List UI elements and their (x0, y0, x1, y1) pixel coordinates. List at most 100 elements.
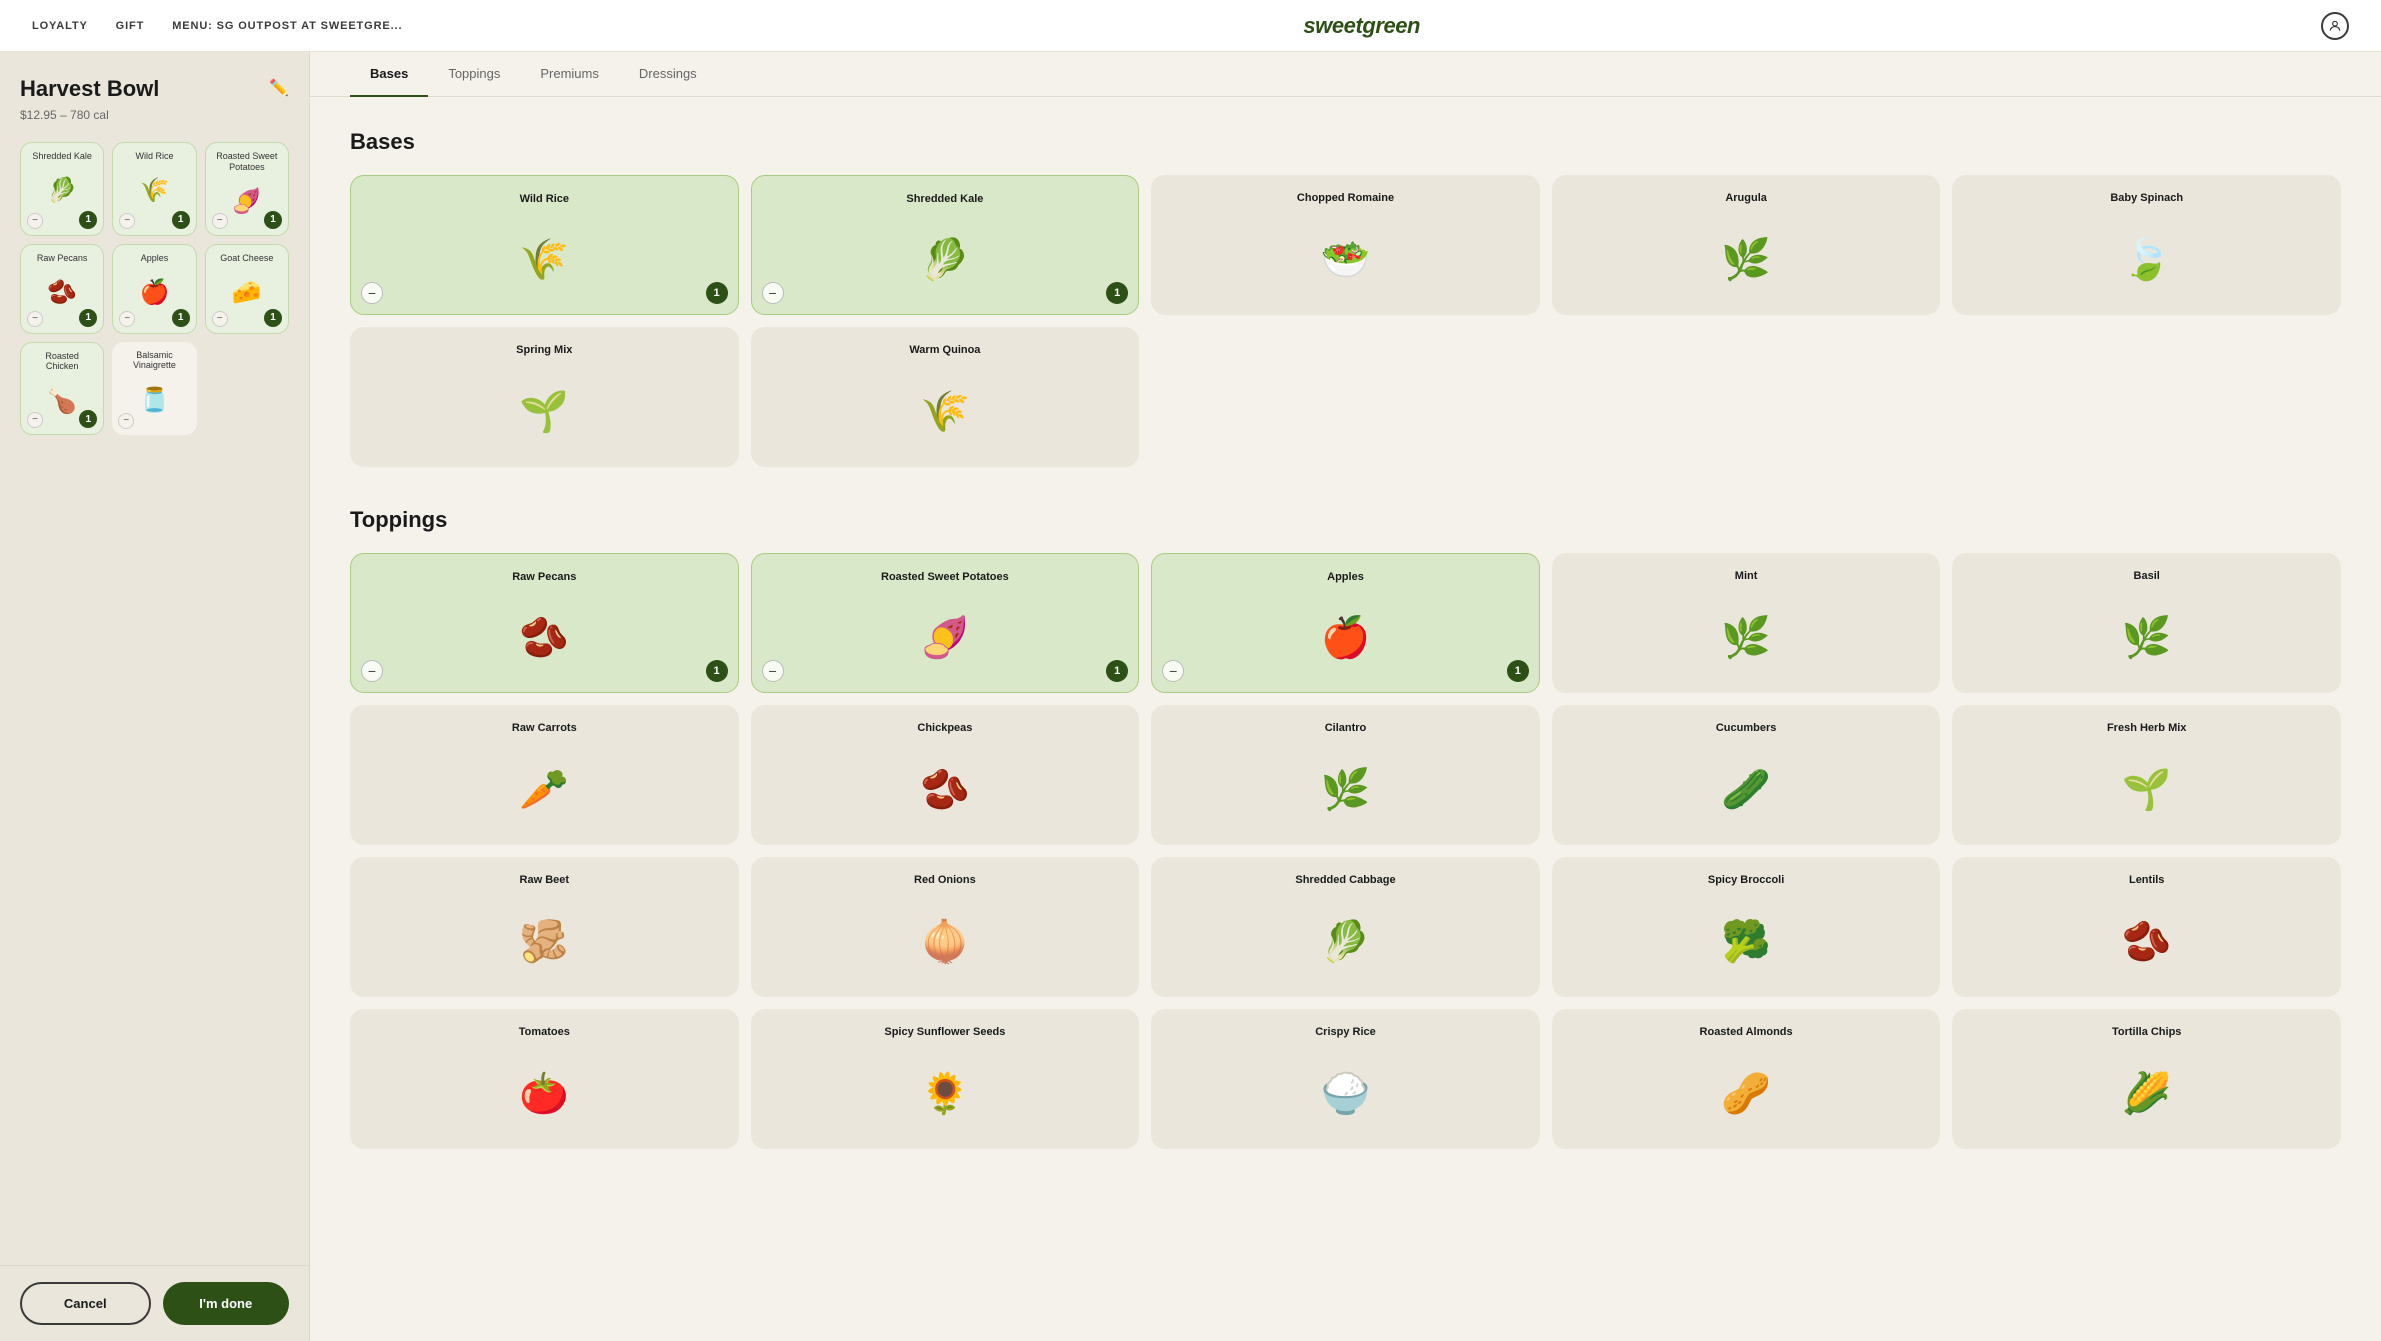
tab-bases[interactable]: Bases (350, 52, 428, 97)
minus-button[interactable]: − (119, 311, 135, 327)
tab-premiums[interactable]: Premiums (520, 52, 619, 97)
sidebar-item[interactable]: Roasted Sweet Potatoes 🍠 − 1 (205, 142, 289, 236)
base-item-card[interactable]: Baby Spinach 🍃 (1952, 175, 2341, 315)
base-item-card[interactable]: Shredded Kale 🥬 − 1 (751, 175, 1140, 315)
topping-item-card[interactable]: Cilantro 🌿 (1151, 705, 1540, 845)
item-name: Lentils (2129, 873, 2164, 887)
topping-item-card[interactable]: Fresh Herb Mix 🌱 (1952, 705, 2341, 845)
topping-item-card[interactable]: Crispy Rice 🍚 (1151, 1009, 1540, 1149)
item-image: 🥗 (1305, 215, 1385, 303)
topping-item-card[interactable]: Roasted Almonds 🥜 (1552, 1009, 1941, 1149)
minus-button[interactable]: − (1162, 660, 1184, 682)
item-image: 🥜 (1706, 1049, 1786, 1137)
tab-dressings[interactable]: Dressings (619, 52, 717, 97)
sidebar-item[interactable]: Shredded Kale 🥬 − 1 (20, 142, 104, 236)
user-account-icon[interactable] (2321, 12, 2349, 40)
topping-item-card[interactable]: Spicy Sunflower Seeds 🌻 (751, 1009, 1140, 1149)
minus-button[interactable]: − (361, 282, 383, 304)
item-image: 🧀 (222, 267, 272, 317)
toppings-section: Toppings Raw Pecans 🫘 − 1 Roasted Sweet … (350, 507, 2341, 1149)
item-image: 🍃 (2107, 215, 2187, 303)
item-name: Arugula (1725, 191, 1767, 205)
item-name: Wild Rice (520, 192, 569, 206)
item-name: Cilantro (1325, 721, 1367, 735)
item-image: 🌾 (129, 166, 179, 216)
topping-item-card[interactable]: Raw Beet 🫚 (350, 857, 739, 997)
minus-button[interactable]: − (361, 660, 383, 682)
minus-button[interactable]: − (119, 213, 135, 229)
item-name: Apples (1327, 570, 1364, 584)
nav-gift[interactable]: GIFT (116, 20, 145, 32)
item-name: Chickpeas (917, 721, 972, 735)
minus-button[interactable]: − (212, 311, 228, 327)
item-count: 1 (79, 309, 97, 327)
bases-grid: Wild Rice 🌾 − 1 Shredded Kale 🥬 − 1 Chop… (350, 175, 2341, 467)
cancel-button[interactable]: Cancel (20, 1282, 151, 1325)
base-item-card[interactable]: Wild Rice 🌾 − 1 (350, 175, 739, 315)
sidebar-item[interactable]: Goat Cheese 🧀 − 1 (205, 244, 289, 334)
item-image: 🫘 (2107, 897, 2187, 985)
tab-toppings[interactable]: Toppings (428, 52, 520, 97)
item-image: 🌱 (2107, 745, 2187, 833)
nav-menu[interactable]: MENU: SG OUTPOST AT SWEETGRE... (172, 20, 402, 32)
topping-item-card[interactable]: Raw Carrots 🥕 (350, 705, 739, 845)
topping-item-card[interactable]: Red Onions 🧅 (751, 857, 1140, 997)
sidebar-item[interactable]: Apples 🍎 − 1 (112, 244, 196, 334)
bowl-title: Harvest Bowl (20, 76, 159, 102)
item-name: Shredded Kale (906, 192, 983, 206)
base-item-card[interactable]: Arugula 🌿 (1552, 175, 1941, 315)
sidebar-item[interactable]: Balsamic Vinaigrette 🫙 − (112, 342, 196, 436)
item-name: Warm Quinoa (909, 343, 980, 357)
item-image: 🌱 (504, 367, 584, 455)
brand-logo[interactable]: sweetgreen (1303, 13, 1420, 39)
topping-item-card[interactable]: Spicy Broccoli 🥦 (1552, 857, 1941, 997)
item-name: Baby Spinach (2110, 191, 2183, 205)
topping-item-card[interactable]: Tomatoes 🍅 (350, 1009, 739, 1149)
bases-heading: Bases (350, 129, 2341, 155)
base-item-card[interactable]: Spring Mix 🌱 (350, 327, 739, 467)
topping-item-card[interactable]: Tortilla Chips 🌽 (1952, 1009, 2341, 1149)
topping-item-card[interactable]: Mint 🌿 (1552, 553, 1941, 693)
item-count: 1 (706, 660, 728, 682)
sidebar-item[interactable]: Roasted Chicken 🍗 − 1 (20, 342, 104, 436)
minus-button[interactable]: − (27, 311, 43, 327)
item-count: 1 (172, 211, 190, 229)
item-name: Tortilla Chips (2112, 1025, 2181, 1039)
item-image: 🥦 (1706, 897, 1786, 985)
topping-item-card[interactable]: Raw Pecans 🫘 − 1 (350, 553, 739, 693)
topping-item-card[interactable]: Apples 🍎 − 1 (1151, 553, 1540, 693)
item-image: 🥬 (37, 166, 87, 216)
item-image: 🌿 (2107, 593, 2187, 681)
base-item-card[interactable]: Chopped Romaine 🥗 (1151, 175, 1540, 315)
nav-loyalty[interactable]: LOYALTY (32, 20, 88, 32)
topping-item-card[interactable]: Chickpeas 🫘 (751, 705, 1140, 845)
minus-button[interactable]: − (27, 213, 43, 229)
topping-item-card[interactable]: Roasted Sweet Potatoes 🍠 − 1 (751, 553, 1140, 693)
item-image: 🌿 (1706, 215, 1786, 303)
topping-item-card[interactable]: Shredded Cabbage 🥬 (1151, 857, 1540, 997)
item-image: 🥒 (1706, 745, 1786, 833)
item-name: Red Onions (914, 873, 976, 887)
minus-button[interactable]: − (212, 213, 228, 229)
topping-item-card[interactable]: Basil 🌿 (1952, 553, 2341, 693)
item-image: 🥕 (504, 745, 584, 833)
sidebar-item[interactable]: Wild Rice 🌾 − 1 (112, 142, 196, 236)
done-button[interactable]: I'm done (163, 1282, 290, 1325)
section-tabs: BasesToppingsPremiumsDressings (310, 52, 2381, 97)
minus-button[interactable]: − (118, 413, 134, 429)
topping-item-card[interactable]: Cucumbers 🥒 (1552, 705, 1941, 845)
item-count: 1 (1106, 660, 1128, 682)
topping-item-card[interactable]: Lentils 🫘 (1952, 857, 2341, 997)
nav-links: LOYALTY GIFT MENU: SG OUTPOST AT SWEETGR… (32, 20, 402, 32)
minus-button[interactable]: − (762, 282, 784, 304)
edit-icon[interactable]: ✏️ (269, 78, 289, 98)
nav-right (2321, 12, 2349, 40)
item-name: Raw Carrots (512, 721, 577, 735)
sidebar-item[interactable]: Raw Pecans 🫘 − 1 (20, 244, 104, 334)
item-image: 🫘 (905, 745, 985, 833)
minus-button[interactable]: − (762, 660, 784, 682)
item-image: 🫙 (129, 375, 179, 425)
item-image: 🫚 (504, 897, 584, 985)
base-item-card[interactable]: Warm Quinoa 🌾 (751, 327, 1140, 467)
item-name: Cucumbers (1716, 721, 1777, 735)
